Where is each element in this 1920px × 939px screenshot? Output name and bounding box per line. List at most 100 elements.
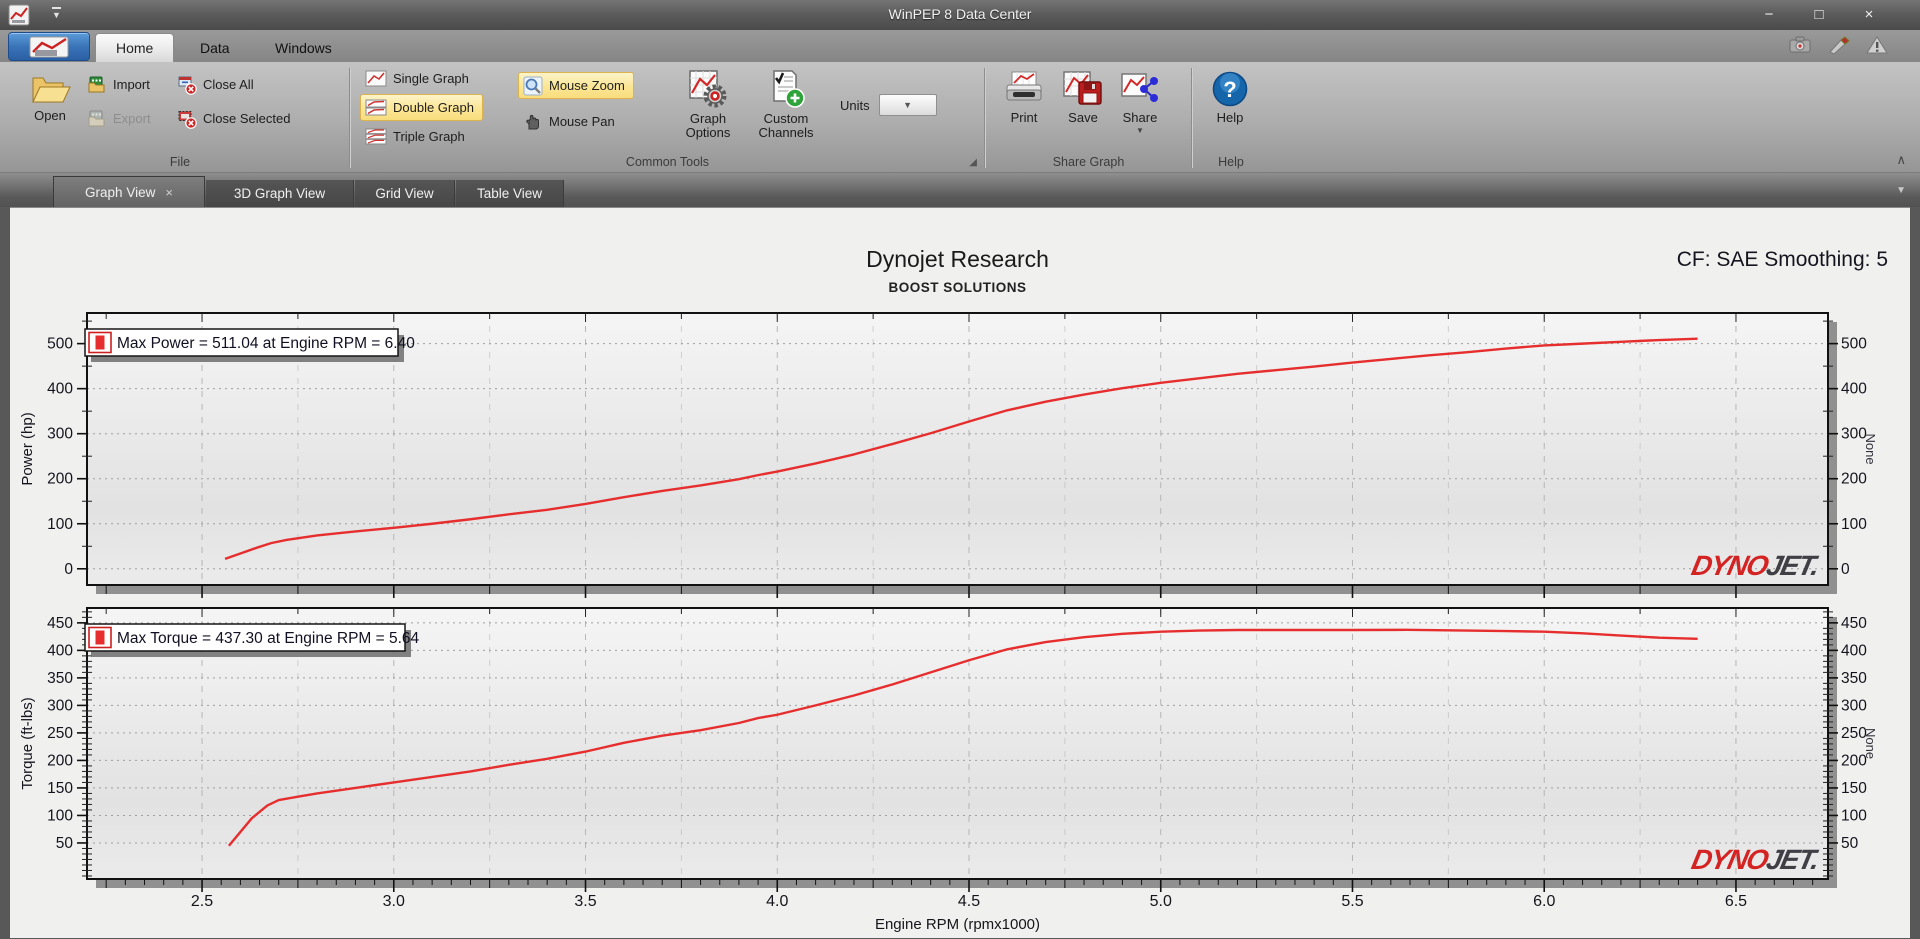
dialog-launcher-icon[interactable]: ◢ bbox=[969, 157, 977, 168]
svg-text:150: 150 bbox=[47, 780, 73, 797]
graph-options-button[interactable]: Graph Options bbox=[676, 65, 740, 140]
right-axis-label-power: None bbox=[1863, 433, 1878, 464]
save-button[interactable]: Save bbox=[1055, 66, 1111, 133]
svg-text:0: 0 bbox=[64, 561, 73, 578]
export-label: Export bbox=[113, 111, 151, 126]
svg-text:400: 400 bbox=[47, 642, 73, 659]
tab-graph-view-label: Graph View bbox=[85, 184, 156, 200]
svg-text:DYNOJET.: DYNOJET. bbox=[1689, 549, 1822, 581]
svg-text:3.0: 3.0 bbox=[383, 893, 405, 910]
minimize-button[interactable]: − bbox=[1756, 3, 1782, 25]
ribbon-tab-windows[interactable]: Windows bbox=[255, 33, 352, 62]
svg-text:350: 350 bbox=[1841, 670, 1867, 687]
single-graph-button[interactable]: Single Graph bbox=[360, 65, 483, 92]
svg-text:50: 50 bbox=[1841, 835, 1859, 852]
svg-text:4.5: 4.5 bbox=[958, 893, 980, 910]
export-csv-icon bbox=[88, 110, 105, 126]
dynojet-watermark: DYNOJET. bbox=[1689, 843, 1822, 875]
custom-channels-label: Custom Channels bbox=[758, 111, 814, 140]
import-label: Import bbox=[113, 77, 150, 92]
mouse-pan-button[interactable]: Mouse Pan bbox=[518, 108, 634, 135]
graph-view-panel: Dynojet Research BOOST SOLUTIONS CF: SAE… bbox=[10, 207, 1910, 938]
ribbon: Open Import Export Close All Close Selec… bbox=[0, 62, 1920, 173]
custom-channels-icon bbox=[773, 70, 805, 108]
export-button[interactable]: Export bbox=[82, 105, 160, 132]
tab-3d-graph-view[interactable]: 3D Graph View bbox=[206, 180, 354, 207]
tab-graph-view[interactable]: Graph View × bbox=[53, 176, 205, 207]
tab-close-icon[interactable]: × bbox=[165, 185, 173, 200]
svg-text:300: 300 bbox=[47, 426, 73, 443]
help-button[interactable]: ? Help bbox=[1200, 66, 1260, 125]
svg-text:350: 350 bbox=[47, 670, 73, 687]
tab-grid-view[interactable]: Grid View bbox=[355, 180, 455, 207]
import-button[interactable]: Import bbox=[82, 71, 160, 98]
close-selected-button[interactable]: Close Selected bbox=[172, 105, 299, 132]
tab-table-view[interactable]: Table View bbox=[456, 180, 564, 207]
save-label: Save bbox=[1068, 110, 1098, 125]
svg-text:200: 200 bbox=[1841, 471, 1867, 488]
close-all-label: Close All bbox=[203, 77, 254, 92]
help-icon: ? bbox=[1212, 71, 1248, 107]
group-label-help: Help bbox=[1218, 155, 1244, 169]
chart-torque[interactable]: 50 50100 100150 150200 200250 250300 300350 350… bbox=[19, 607, 1878, 892]
close-all-button[interactable]: Close All bbox=[172, 71, 299, 98]
share-caret-icon: ▼ bbox=[1136, 126, 1144, 135]
ribbon-group-share-graph: Print Save Share ▼ Share Graph bbox=[985, 62, 1192, 172]
print-button[interactable]: Print bbox=[993, 66, 1055, 133]
double-graph-button[interactable]: Double Graph bbox=[360, 94, 483, 121]
units-dropdown-caret-icon: ▼ bbox=[903, 100, 913, 110]
mouse-zoom-icon bbox=[523, 76, 543, 95]
svg-text:5.5: 5.5 bbox=[1341, 893, 1363, 910]
save-icon bbox=[1063, 71, 1102, 105]
chart-power[interactable]: 0 0100 100200 200300 300400 400500 500Power (h… bbox=[19, 312, 1878, 598]
triple-graph-button[interactable]: Triple Graph bbox=[360, 123, 483, 150]
ribbon-group-file: Open Import Export Close All Close Selec… bbox=[10, 62, 350, 172]
maximize-button[interactable]: □ bbox=[1806, 3, 1832, 25]
mouse-zoom-label: Mouse Zoom bbox=[549, 78, 625, 93]
units-label: Units bbox=[840, 97, 870, 113]
mouse-zoom-button[interactable]: Mouse Zoom bbox=[518, 72, 634, 99]
graph-options-icon bbox=[689, 70, 727, 108]
double-graph-label: Double Graph bbox=[393, 100, 474, 115]
svg-text:5.0: 5.0 bbox=[1150, 893, 1172, 910]
svg-text:200: 200 bbox=[47, 471, 73, 488]
graph-options-label: Graph Options bbox=[685, 111, 731, 140]
group-label-common-tools: Common Tools bbox=[625, 155, 710, 169]
close-button[interactable]: × bbox=[1856, 3, 1882, 25]
tab-overflow-dropdown-icon[interactable]: ▼ bbox=[1896, 185, 1906, 196]
application-button[interactable] bbox=[8, 32, 90, 61]
print-icon bbox=[1006, 71, 1042, 101]
svg-text:6.5: 6.5 bbox=[1725, 893, 1747, 910]
svg-text:Max Power = 511.04 at Engine R: Max Power = 511.04 at Engine RPM = 6.40 bbox=[117, 335, 415, 352]
share-button[interactable]: Share ▼ bbox=[1111, 66, 1169, 135]
custom-channels-button[interactable]: Custom Channels bbox=[750, 65, 822, 140]
screenshot-icon[interactable] bbox=[1788, 35, 1814, 55]
ribbon-group-common-tools: Single Graph Double Graph Triple Graph M… bbox=[350, 62, 985, 172]
view-tab-strip: Graph View × 3D Graph View Grid View Tab… bbox=[0, 173, 1920, 207]
legend-torque: Max Torque = 437.30 at Engine RPM = 5.64 bbox=[84, 623, 420, 657]
double-graph-icon bbox=[365, 99, 387, 116]
ribbon-tab-home[interactable]: Home bbox=[95, 33, 175, 62]
alerts-icon[interactable] bbox=[1864, 35, 1890, 55]
open-button[interactable]: Open bbox=[18, 66, 82, 123]
mouse-pan-label: Mouse Pan bbox=[549, 114, 615, 129]
single-graph-icon bbox=[365, 70, 387, 87]
svg-text:400: 400 bbox=[1841, 642, 1867, 659]
svg-text:6.0: 6.0 bbox=[1533, 893, 1555, 910]
ribbon-tab-data[interactable]: Data bbox=[180, 33, 250, 62]
svg-text:500: 500 bbox=[1841, 336, 1867, 353]
svg-text:300: 300 bbox=[1841, 697, 1867, 714]
ribbon-collapse-icon[interactable]: ∧ bbox=[1896, 152, 1906, 168]
print-label: Print bbox=[1010, 110, 1038, 125]
svg-text:100: 100 bbox=[47, 516, 73, 533]
units-dropdown[interactable]: ▼ bbox=[878, 94, 937, 116]
svg-text:?: ? bbox=[1223, 77, 1236, 102]
y-axis-label-torque: Torque (ft-lbs) bbox=[19, 697, 36, 790]
theme-brush-icon[interactable] bbox=[1826, 35, 1852, 55]
share-label: Share bbox=[1122, 110, 1158, 125]
x-axis-label: Engine RPM (rpmx1000) bbox=[875, 916, 1040, 933]
ribbon-group-help: ? Help Help bbox=[1192, 62, 1270, 172]
right-axis-label-torque: None bbox=[1863, 728, 1878, 759]
dyno-charts[interactable]: 0 0 100 100 200 200 300 300 400 400 500 500 Power (h… bbox=[10, 208, 1910, 939]
single-graph-label: Single Graph bbox=[393, 71, 469, 86]
